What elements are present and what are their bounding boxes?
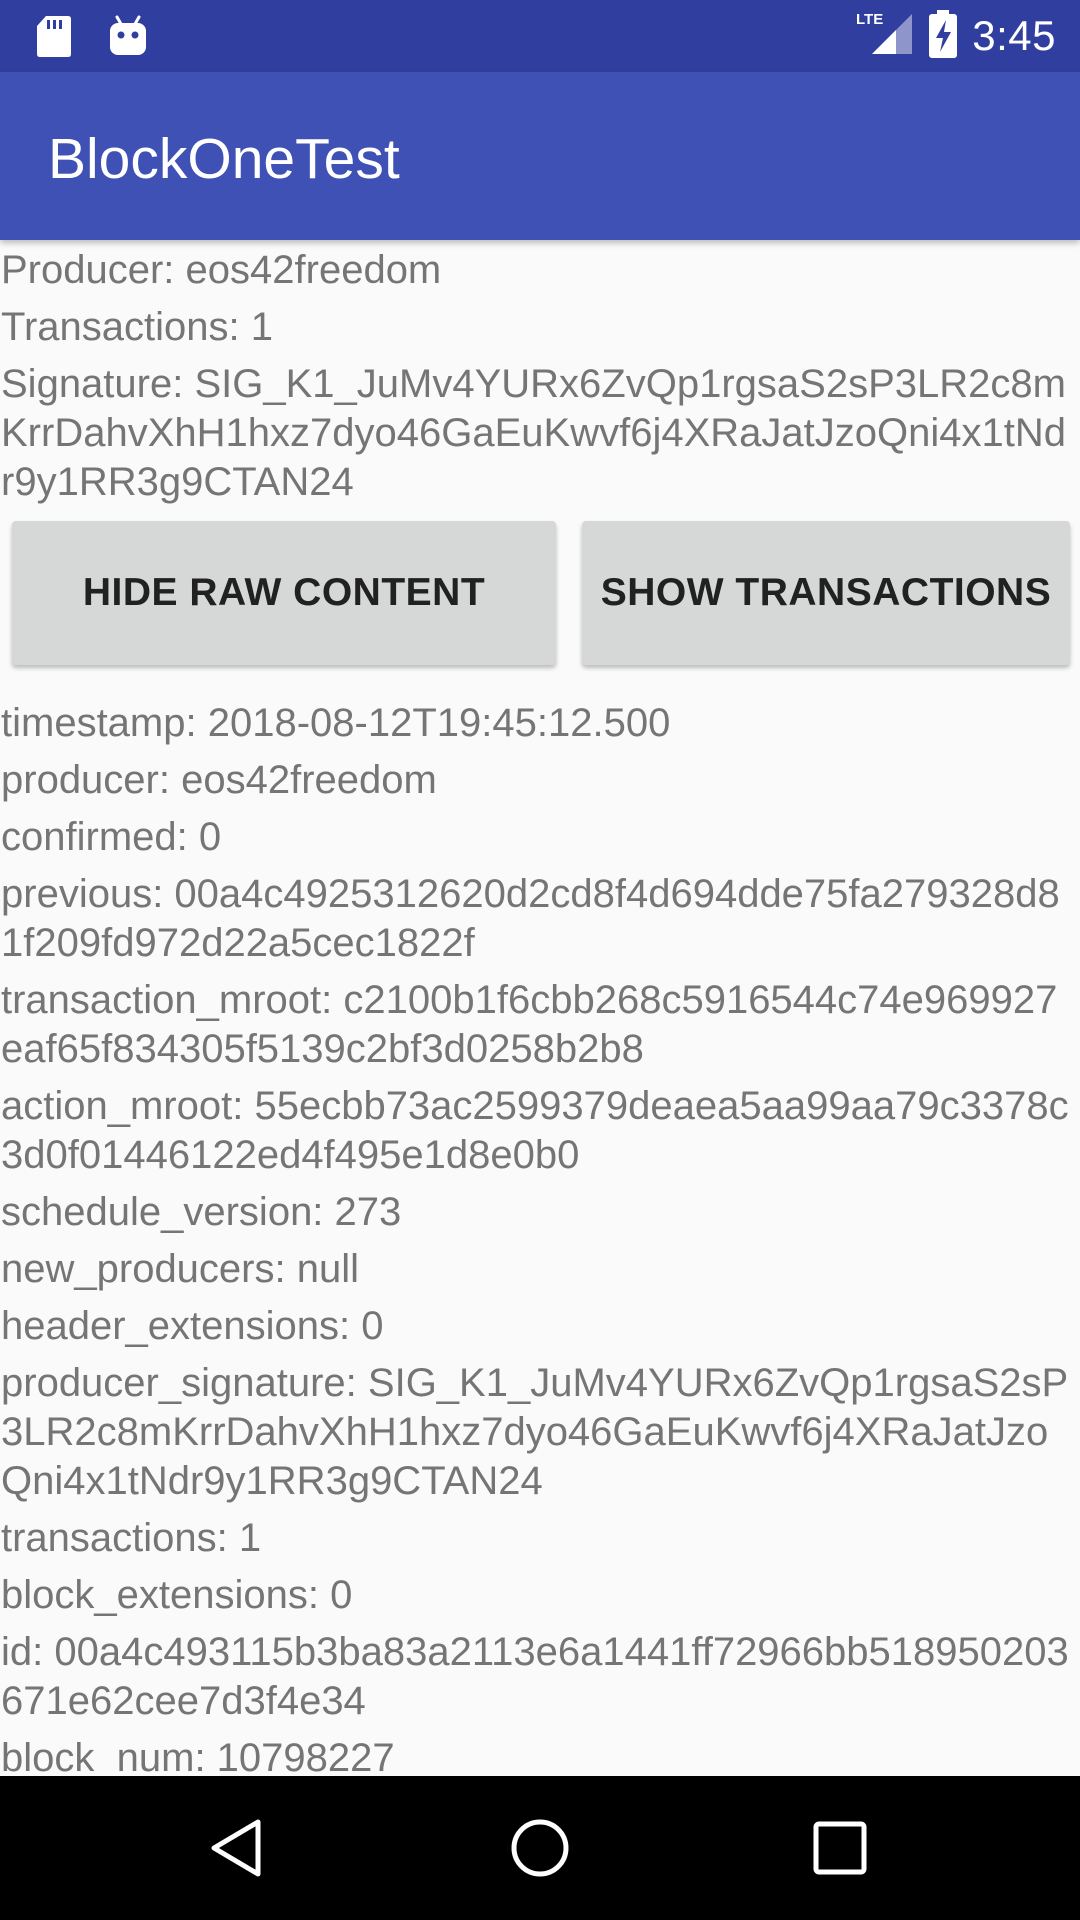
producer-text: Producer: eos42freedom (1, 248, 442, 292)
app-title: BlockOneTest (48, 127, 400, 191)
svg-text:LTE: LTE (856, 11, 883, 28)
home-icon[interactable] (508, 1816, 572, 1880)
raw-line: header_extensions: 0 (1, 1304, 384, 1348)
raw-line: block_num: 10798227 (1, 1736, 395, 1776)
raw-line: previous: 00a4c4925312620d2cd8f4d694dde7… (1, 872, 1060, 965)
android-debug-icon (108, 15, 148, 62)
raw-line: transactions: 1 (1, 1516, 262, 1560)
raw-line: confirmed: 0 (1, 815, 222, 859)
raw-line: block_extensions: 0 (1, 1573, 353, 1617)
battery-charging-icon (928, 9, 958, 63)
status-bar: LTE 3:45 (0, 0, 1080, 72)
block-summary: Producer: eos42freedom Transactions: 1 S… (0, 240, 1080, 507)
content-scroll[interactable]: Producer: eos42freedom Transactions: 1 S… (0, 240, 1080, 1776)
raw-line: new_producers: null (1, 1247, 359, 1291)
raw-content: timestamp: 2018-08-12T19:45:12.500 produ… (0, 699, 1080, 1776)
screen: LTE 3:45 BlockOneTest Producer: eos42fre… (0, 0, 1080, 1920)
lte-signal-icon: LTE (856, 10, 914, 63)
raw-line: timestamp: 2018-08-12T19:45:12.500 (1, 701, 671, 745)
raw-line: schedule_version: 273 (1, 1190, 402, 1234)
raw-line: producer: eos42freedom (1, 758, 437, 802)
sd-card-icon (36, 14, 72, 63)
raw-line: id: 00a4c493115b3ba83a2113e6a1441ff72966… (1, 1630, 1069, 1723)
raw-line: action_mroot: 55ecbb73ac2599379deaea5aa9… (1, 1084, 1069, 1177)
button-row: HIDE RAW CONTENT SHOW TRANSACTIONS (0, 521, 1080, 665)
transactions-count-text: Transactions: 1 (1, 305, 273, 349)
recents-icon[interactable] (808, 1816, 872, 1880)
navigation-bar (0, 1776, 1080, 1920)
raw-line: producer_signature: SIG_K1_JuMv4YURx6ZvQ… (1, 1361, 1069, 1503)
raw-line: transaction_mroot: c2100b1f6cbb268c59165… (1, 978, 1058, 1071)
hide-raw-content-button[interactable]: HIDE RAW CONTENT (12, 521, 556, 665)
back-icon[interactable] (206, 1816, 270, 1880)
app-bar: BlockOneTest (0, 72, 1080, 240)
signature-text: Signature: SIG_K1_JuMv4YURx6ZvQp1rgsaS2s… (1, 362, 1066, 504)
show-transactions-button[interactable]: SHOW TRANSACTIONS (582, 521, 1070, 665)
status-time: 3:45 (972, 12, 1056, 59)
